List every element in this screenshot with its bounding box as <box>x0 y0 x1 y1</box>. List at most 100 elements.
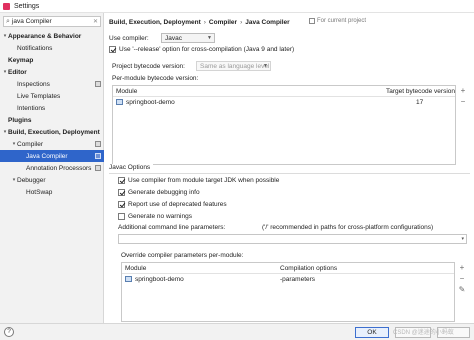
project-scope-icon <box>95 153 101 159</box>
sidebar-item-build-execution-deployment[interactable]: ▾ Build, Execution, Deployment <box>0 126 104 138</box>
watermark-text: CSDN @迷途的小蚂蚁 <box>393 330 454 336</box>
sidebar-item-label: Live Templates <box>17 92 61 100</box>
row-module: springboot-demo <box>126 98 175 106</box>
chevron-down-icon: ▼ <box>207 35 212 41</box>
sidebar-item-label: Notifications <box>17 44 53 52</box>
sidebar-item-hotswap[interactable]: HotSwap <box>0 186 104 198</box>
table-header: Module Compilation options <box>122 263 454 274</box>
per-module-label: Per-module bytecode version: <box>112 75 199 82</box>
sidebar-item-label: Compiler <box>17 140 44 148</box>
sidebar-item-notifications[interactable]: Notifications <box>0 42 104 54</box>
sidebar-item-debugger[interactable]: ▾ Debugger <box>0 174 104 186</box>
javac-option-label: Use compiler from module target JDK when… <box>128 177 280 184</box>
breadcrumb: Build, Execution, Deployment › Compiler … <box>109 17 290 27</box>
search-icon: ⌕ <box>6 18 10 25</box>
app-logo-icon <box>3 2 10 10</box>
sidebar-item-java-compiler[interactable]: Java Compiler <box>0 150 104 162</box>
settings-sidebar: ⌕ java Compiler ✕ ▾ Appearance & Behavior… <box>0 13 104 323</box>
for-current-project-note: For current project <box>309 18 366 24</box>
sidebar-item-keymap[interactable]: Keymap <box>0 54 104 66</box>
table-row[interactable]: springboot-demo -parameters <box>122 274 454 284</box>
additional-params-input[interactable]: ▾ <box>118 234 467 244</box>
javac-option-checkbox[interactable]: Report use of deprecated features <box>118 201 227 208</box>
search-input[interactable]: java Compiler <box>12 18 52 25</box>
checkbox-box[interactable] <box>109 46 116 53</box>
table-row[interactable]: springboot-demo 17 <box>113 97 455 107</box>
per-module-toolbar: + − <box>458 85 468 107</box>
breadcrumb-separator: › <box>240 18 243 26</box>
additional-params-label: Additional command line parameters: <box>118 224 226 231</box>
sidebar-item-label: Inspections <box>17 80 50 88</box>
edit-icon[interactable]: ✎ <box>459 284 466 295</box>
per-module-table: Module Target bytecode version springboo… <box>112 85 456 165</box>
javac-option-label: Generate no warnings <box>128 213 192 220</box>
sidebar-item-label: Build, Execution, Deployment <box>8 128 100 136</box>
sidebar-item-label: Plugins <box>8 116 32 124</box>
column-compilation-options: Compilation options <box>280 264 338 272</box>
override-label: Override compiler parameters per-module: <box>121 252 244 259</box>
sidebar-item-label: Intentions <box>17 104 46 112</box>
column-target-version: Target bytecode version <box>386 87 456 95</box>
release-option-label: Use '--release' option for cross-compila… <box>119 46 295 53</box>
additional-params-hint: ('/' recommended in paths for cross-plat… <box>262 224 434 231</box>
row-version[interactable]: 17 <box>416 99 423 106</box>
expand-icon[interactable]: ▾ <box>461 236 464 242</box>
checkbox-box[interactable] <box>118 177 125 184</box>
bytecode-version-value: Same as language level <box>200 62 270 70</box>
javac-options-title: Javac Options <box>109 164 154 171</box>
clear-search-icon[interactable]: ✕ <box>93 18 98 25</box>
sidebar-item-label: HotSwap <box>26 188 53 196</box>
sidebar-item-label: Debugger <box>17 176 46 184</box>
settings-tree: ▾ Appearance & Behavior Notifications Keyma… <box>0 30 104 198</box>
project-scope-icon <box>309 18 315 24</box>
sidebar-item-intentions[interactable]: Intentions <box>0 102 104 114</box>
sidebar-item-compiler[interactable]: ▾ Compiler <box>0 138 104 150</box>
row-module: springboot-demo <box>135 275 184 283</box>
remove-icon[interactable]: − <box>460 273 465 284</box>
sidebar-item-label: Editor <box>8 68 27 76</box>
column-module: Module <box>125 264 147 272</box>
search-field[interactable]: ⌕ java Compiler ✕ <box>3 16 101 27</box>
row-options[interactable]: -parameters <box>280 276 315 283</box>
help-button[interactable]: ? <box>4 327 14 337</box>
override-table: Module Compilation options springboot-de… <box>121 262 455 322</box>
sidebar-item-editor[interactable]: ▾ Editor <box>0 66 104 78</box>
table-header: Module Target bytecode version <box>113 86 455 97</box>
project-scope-icon <box>95 165 101 171</box>
add-icon[interactable]: + <box>461 85 466 96</box>
project-scope-icon <box>95 141 101 147</box>
sidebar-item-label: Annotation Processors <box>26 164 92 172</box>
title-bar: Settings <box>0 0 474 13</box>
project-scope-icon <box>95 81 101 87</box>
sidebar-item-appearance-behavior[interactable]: ▾ Appearance & Behavior <box>0 30 104 42</box>
checkbox-box[interactable] <box>118 189 125 196</box>
bytecode-version-select[interactable]: Same as language level ▼ <box>196 61 271 71</box>
sidebar-item-label: Keymap <box>8 56 34 64</box>
remove-icon[interactable]: − <box>461 96 466 107</box>
module-folder-icon <box>116 99 123 105</box>
sidebar-item-label: Appearance & Behavior <box>8 32 82 40</box>
compiler-select-value: Javac <box>165 34 182 42</box>
sidebar-item-inspections[interactable]: Inspections <box>0 78 104 90</box>
sidebar-item-annotation-processors[interactable]: Annotation Processors <box>0 162 104 174</box>
ok-button[interactable]: OK <box>355 327 389 338</box>
compiler-select[interactable]: Javac ▼ <box>161 33 215 43</box>
window-title: Settings <box>14 2 40 10</box>
sidebar-item-plugins[interactable]: Plugins <box>0 114 104 126</box>
bytecode-version-label: Project bytecode version: <box>112 63 185 70</box>
javac-option-checkbox[interactable]: Use compiler from module target JDK when… <box>118 177 279 184</box>
chevron-down-icon: ▼ <box>263 63 268 69</box>
java-compiler-panel: Build, Execution, Deployment › Compiler … <box>105 13 474 323</box>
sidebar-item-live-templates[interactable]: Live Templates <box>0 90 104 102</box>
javac-option-checkbox[interactable]: Generate no warnings <box>118 213 192 220</box>
javac-option-label: Generate debugging info <box>128 189 200 196</box>
breadcrumb-item: Java Compiler <box>245 18 290 26</box>
release-option-checkbox[interactable]: Use '--release' option for cross-compila… <box>109 46 294 53</box>
checkbox-box[interactable] <box>118 201 125 208</box>
breadcrumb-item: Build, Execution, Deployment <box>109 18 201 26</box>
javac-option-checkbox[interactable]: Generate debugging info <box>118 189 200 196</box>
add-icon[interactable]: + <box>460 262 465 273</box>
checkbox-box[interactable] <box>118 213 125 220</box>
use-compiler-label: Use compiler: <box>109 35 149 42</box>
sidebar-item-label: Java Compiler <box>26 152 68 160</box>
